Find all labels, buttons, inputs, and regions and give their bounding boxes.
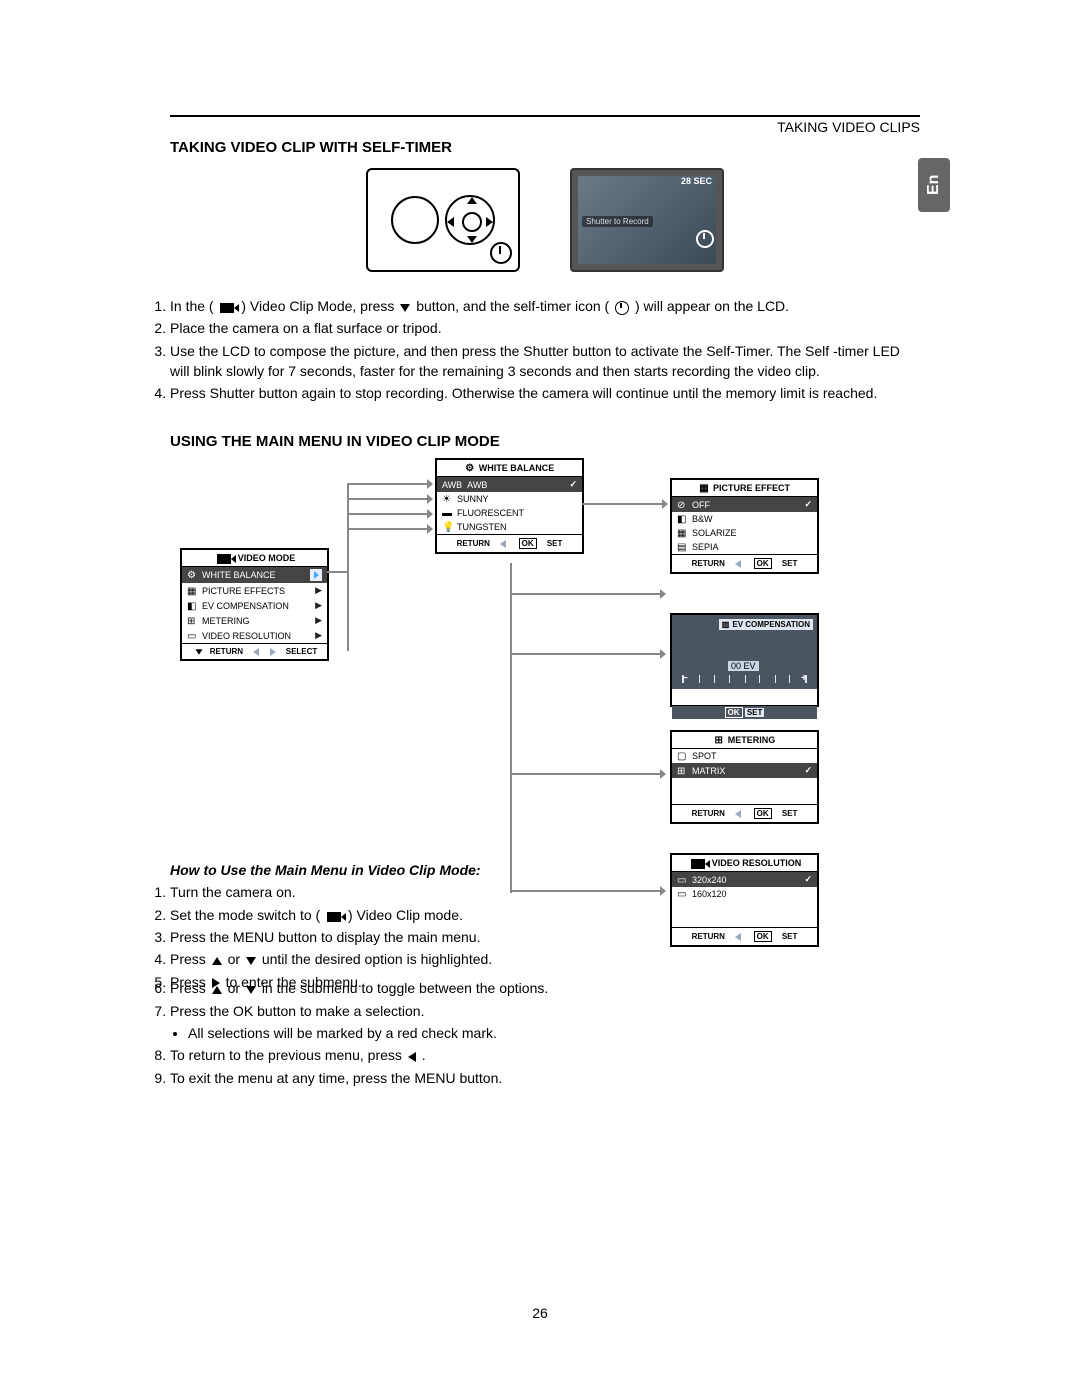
picture-effect-menu: PICTURE EFFECT OFF✓ B&W SOLARIZE SEPIA R…: [670, 478, 819, 574]
menu-item-metering: METERING▶: [182, 613, 327, 628]
metering-menu: METERING SPOT MATRIX✓ RETURN OK SET: [670, 730, 819, 824]
section1-steps: In the ( ) Video Clip Mode, press button…: [170, 296, 920, 403]
wb-tungsten: TUNGSTEN: [437, 520, 582, 534]
menu-item-white-balance: WHITE BALANCE: [182, 567, 327, 583]
video-mode-menu: VIDEO MODE WHITE BALANCE PICTURE EFFECTS…: [180, 548, 329, 661]
res-320: 320x240✓: [672, 872, 817, 887]
menu-item-picture-effects: PICTURE EFFECTS▶: [182, 583, 327, 598]
self-timer-icon: [490, 242, 512, 264]
menu-item-video-res: VIDEO RESOLUTION▶: [182, 628, 327, 643]
pe-off: OFF✓: [672, 497, 817, 512]
page-number: 26: [0, 1305, 1080, 1321]
res-160: 160x120: [672, 887, 817, 901]
up-arrow-icon: [212, 957, 222, 965]
white-balance-menu: WHITE BALANCE AWBAWB✓ SUNNY FLUORESCENT …: [435, 458, 584, 554]
video-clip-icon: [691, 859, 705, 869]
section2-title: USING THE MAIN MENU IN VIDEO CLIP MODE: [170, 433, 920, 450]
section1-title: TAKING VIDEO CLIP WITH SELF-TIMER: [170, 139, 920, 156]
wb-fluorescent: FLUORESCENT: [437, 506, 582, 520]
language-tab: En: [918, 158, 950, 212]
metering-matrix: MATRIX✓: [672, 763, 817, 778]
video-clip-icon: [220, 303, 234, 313]
left-arrow-icon: [408, 1052, 416, 1062]
ev-compensation-menu: ▨EV COMPENSATION 00 EV −+ OK SET: [670, 613, 819, 707]
video-clip-icon: [327, 912, 341, 922]
lcd-preview: 28 SEC Shutter to Record: [570, 168, 724, 272]
ev-title: ▨EV COMPENSATION: [719, 619, 813, 630]
pe-bw: B&W: [672, 512, 817, 526]
dpad-icon: [445, 195, 495, 245]
video-resolution-menu: VIDEO RESOLUTION 320x240✓ 160x120 RETURN…: [670, 853, 819, 947]
pe-solarize: SOLARIZE: [672, 526, 817, 540]
lcd-timer-icon: [696, 230, 714, 248]
menu-item-ev-comp: EV COMPENSATION▶: [182, 598, 327, 613]
video-clip-icon: [217, 554, 231, 564]
wb-sunny: SUNNY: [437, 492, 582, 506]
metering-spot: SPOT: [672, 749, 817, 763]
lcd-seconds: 28 SEC: [681, 176, 712, 186]
right-arrow-icon: [212, 978, 220, 988]
howto-heading: How to Use the Main Menu in Video Clip M…: [170, 862, 530, 878]
ev-value: 00 EV: [728, 661, 759, 671]
down-arrow-icon: [400, 304, 410, 312]
down-arrow-icon: [246, 957, 256, 965]
lcd-record-hint: Shutter to Record: [582, 216, 653, 227]
pe-sepia: SEPIA: [672, 540, 817, 554]
breadcrumb: TAKING VIDEO CLIPS: [777, 119, 920, 135]
wb-awb: AWBAWB✓: [437, 477, 582, 492]
camera-illustration: [366, 168, 520, 272]
self-timer-icon: [615, 301, 629, 315]
